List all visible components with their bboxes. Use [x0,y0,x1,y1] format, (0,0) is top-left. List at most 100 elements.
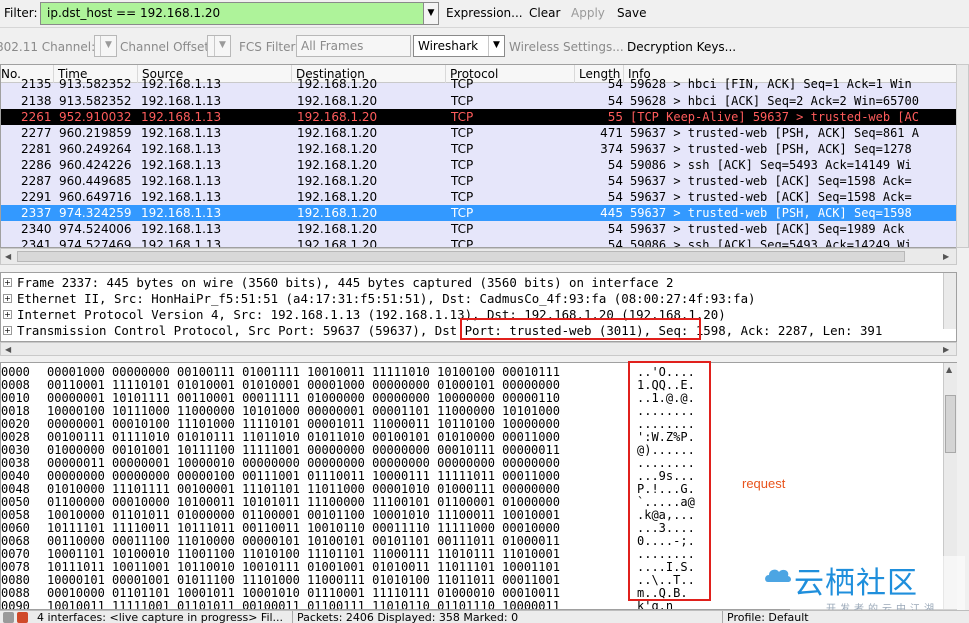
packet-list[interactable]: No. Time Source Destination Protocol Len… [0,64,957,248]
details-scrollbar[interactable] [943,273,956,329]
status-profile[interactable]: Profile: Default [727,611,809,623]
expand-icon[interactable]: + [3,278,12,287]
scroll-right-icon[interactable]: ▶ [943,252,949,261]
apply-button[interactable]: Apply [571,6,605,20]
byte-offset: 0070 [1,547,30,561]
cell-destination: 192.168.1.20 [297,158,378,172]
table-row[interactable]: 2277 960.219859 192.168.1.13 192.168.1.20 TC… [1,125,956,141]
cell-protocol: TCP [451,126,474,140]
scroll-right-icon[interactable]: ▶ [943,345,949,354]
cell-length: 54 [607,94,623,108]
cell-protocol: TCP [451,158,474,172]
channel-offset-select[interactable]: ▼ [207,35,231,57]
cell-no: 2337 [21,206,52,220]
table-row[interactable]: 2340 974.524006 192.168.1.13 192.168.1.20 TC… [1,221,956,237]
cell-no: 2138 [21,94,52,108]
save-button[interactable]: Save [617,6,646,20]
byte-bits: 10010011 11111001 01101011 00100011 0110… [47,599,560,610]
scroll-left-icon[interactable]: ◀ [5,252,11,261]
table-row[interactable]: 2286 960.424226 192.168.1.13 192.168.1.20 TC… [1,157,956,173]
byte-bits: 00000001 00010100 11101000 11110101 0000… [47,417,560,431]
filter-toolbar: Filter: ip.dst_host == 192.168.1.20 ▼ Ex… [0,0,969,28]
expert-info-icon[interactable] [3,612,14,623]
cell-source: 192.168.1.13 [141,142,222,156]
byte-offset: 0088 [1,586,30,600]
cell-time: 960.649716 [59,190,132,204]
expand-icon[interactable]: + [3,294,12,303]
ascii-highlight-box [628,361,711,601]
cell-length: 54 [607,158,623,172]
table-row[interactable]: 2287 960.449685 192.168.1.13 192.168.1.20 TC… [1,173,956,189]
scroll-thumb[interactable] [945,395,956,453]
cell-time: 952.910032 [59,110,132,124]
fcs-filter-select[interactable]: All Frames [296,35,411,57]
cell-info: 59637 > trusted-web [PSH, ACK] Seq=1278 [630,142,912,156]
cell-source: 192.168.1.13 [141,174,222,188]
channel-select[interactable]: ▼ [94,35,117,57]
table-row[interactable]: 2291 960.649716 192.168.1.13 192.168.1.20 TC… [1,189,956,205]
byte-offset: 0080 [1,573,30,587]
byte-offset: 0000 [1,365,30,379]
cell-length: 54 [607,174,623,188]
cell-source: 192.168.1.13 [141,158,222,172]
byte-bits: 00100111 01111010 01010111 11011010 0101… [47,430,560,444]
request-annotation: request [742,476,786,491]
cell-source: 192.168.1.13 [141,77,222,91]
chevron-down-icon: ▼ [488,36,504,56]
cell-info: 59637 > trusted-web [PSH, ACK] Seq=861 A [630,126,919,140]
decode-select[interactable]: Wireshark ▼ [413,35,505,57]
cell-length: 54 [607,190,623,204]
byte-bits: 00110001 11110101 01010001 01010001 0000… [47,378,560,392]
details-horizontal-scrollbar[interactable]: ◀ ▶ [0,342,957,356]
table-row[interactable]: 2261 952.910032 192.168.1.13 192.168.1.20 TC… [1,109,956,125]
scroll-left-icon[interactable]: ◀ [5,345,11,354]
table-row[interactable]: 2138 913.582352 192.168.1.13 192.168.1.20 TC… [1,93,956,109]
table-row[interactable]: 2281 960.249264 192.168.1.13 192.168.1.20 TC… [1,141,956,157]
cell-source: 192.168.1.13 [141,206,222,220]
table-row[interactable]: 2135 913.582352 192.168.1.13 192.168.1.2… [1,77,956,93]
scroll-thumb[interactable] [17,251,905,262]
table-row[interactable]: 2341 974.527469 192.168.1.13 192.168.1.20 TC… [1,237,956,247]
cell-time: 960.424226 [59,158,132,172]
decryption-keys-button[interactable]: Decryption Keys... [627,40,736,54]
cell-protocol: TCP [451,206,474,220]
expression-button[interactable]: Expression... [446,6,523,20]
wireless-settings-button[interactable]: Wireless Settings... [509,40,624,54]
channel-offset-label: Channel Offset: [120,40,214,54]
cell-destination: 192.168.1.20 [297,77,378,91]
cell-length: 54 [607,222,623,236]
expand-icon[interactable]: + [3,326,12,335]
byte-offset: 0028 [1,430,30,444]
byte-offset: 0090 [1,599,30,610]
packet-list-scrollbar[interactable] [956,64,969,248]
filter-dropdown-button[interactable]: ▼ [423,2,439,25]
cell-info: 59637 > trusted-web [ACK] Seq=1598 Ack= [630,190,912,204]
byte-bits: 10000101 00001001 01011100 11101000 1100… [47,573,560,587]
cell-protocol: TCP [451,222,474,236]
column-no[interactable]: No. [1,67,21,81]
cell-destination: 192.168.1.20 [297,110,378,124]
cell-protocol: TCP [451,142,474,156]
table-row[interactable]: 2337 974.324259 192.168.1.13 192.168.1.20 TC… [1,205,956,221]
capture-comment-icon[interactable] [17,612,28,623]
filter-input[interactable]: ip.dst_host == 192.168.1.20 [40,2,424,25]
cell-info: 59628 > hbci [ACK] Seq=2 Ack=2 Win=65700 [630,94,919,108]
cell-info: 59637 > trusted-web [ACK] Seq=1598 Ack= [630,174,912,188]
byte-bits: 00001000 00000000 00100111 01001111 1001… [47,365,560,379]
cell-destination: 192.168.1.20 [297,126,378,140]
clear-button[interactable]: Clear [529,6,560,20]
byte-bits: 10001101 10100010 11001100 11010100 1110… [47,547,560,561]
cell-protocol: TCP [451,190,474,204]
cell-length: 471 [600,126,623,140]
cell-info: 59628 > hbci [FIN, ACK] Seq=1 Ack=1 Win [630,77,912,91]
cell-time: 974.524006 [59,222,132,236]
byte-bits: 01010000 11101111 00100001 11101101 1101… [47,482,560,496]
decode-value: Wireshark [418,39,479,53]
expand-icon[interactable]: + [3,310,12,319]
byte-offset: 0068 [1,534,30,548]
packet-list-horizontal-scrollbar[interactable]: ◀ ▶ [0,248,957,265]
cell-no: 2286 [21,158,52,172]
scroll-up-icon[interactable]: ▲ [946,365,952,374]
cell-protocol: TCP [451,77,474,91]
watermark-text: 云栖社区 [794,566,918,601]
